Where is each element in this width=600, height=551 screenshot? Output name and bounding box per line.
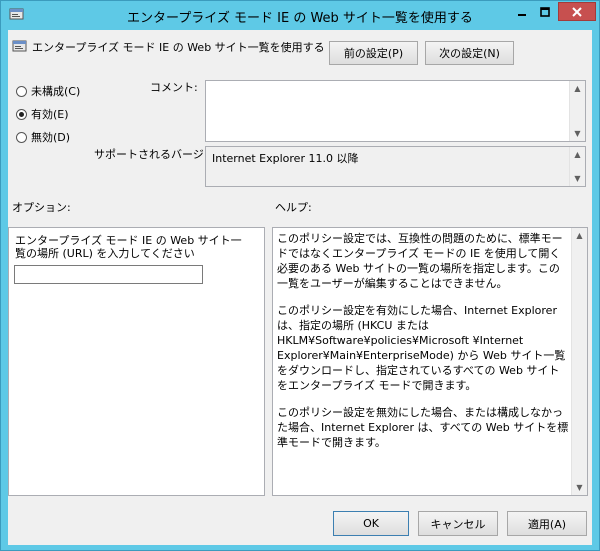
apply-button[interactable]: 適用(A) [507,511,587,536]
radio-not-configured[interactable]: 未構成(C) [16,83,80,99]
supported-versions-scrollbar[interactable]: ▲ ▼ [569,147,585,186]
comment-label: コメント: [150,81,198,94]
scroll-down-icon[interactable]: ▼ [570,126,585,141]
next-setting-button[interactable]: 次の設定(N) [425,41,514,65]
help-panel: このポリシー設定では、互換性の問題のために、標準モードではなくエンタープライズ … [272,227,588,496]
close-button[interactable] [558,2,596,21]
radio-not-configured-label: 未構成(C) [31,85,81,98]
help-paragraph: このポリシー設定では、互換性の問題のために、標準モードではなくエンタープライズ … [277,232,563,290]
help-text: このポリシー設定では、互換性の問題のために、標準モードではなくエンタープライズ … [277,231,569,462]
scroll-down-icon[interactable]: ▼ [572,480,587,495]
options-section-label: オプション: [12,201,71,214]
supported-versions-box: Internet Explorer 11.0 以降 ▲ ▼ [205,146,586,187]
options-panel: エンタープライズ モード IE の Web サイト一覧の場所 (URL) を入力… [8,227,265,496]
maximize-button[interactable] [533,2,556,21]
help-paragraph: このポリシー設定を無効にした場合、または構成しなかった場合、Internet E… [277,406,569,449]
title-bar[interactable]: エンタープライズ モード IE の Web サイト一覧を使用する [1,1,599,30]
policy-dialog-window: エンタープライズ モード IE の Web サイト一覧を使用する エンタープライ… [0,0,600,551]
minimize-icon [518,13,526,16]
url-field-label: エンタープライズ モード IE の Web サイト一覧の場所 (URL) を入力… [15,234,242,260]
window-title: エンタープライズ モード IE の Web サイト一覧を使用する [127,11,473,26]
dialog-client-area: エンタープライズ モード IE の Web サイト一覧を使用する 前の設定(P)… [8,30,592,545]
help-paragraph: このポリシー設定を有効にした場合、Internet Explorer は、指定の… [277,304,566,392]
policy-icon [12,40,27,52]
radio-disabled-label: 無効(D) [31,131,71,144]
maximize-icon [539,6,550,17]
cancel-button[interactable]: キャンセル [418,511,498,536]
radio-enabled-label: 有効(E) [31,108,69,121]
radio-disabled-indicator[interactable] [16,131,27,143]
help-scrollbar[interactable]: ▲ ▼ [571,228,587,495]
radio-enabled[interactable]: 有効(E) [16,106,69,122]
comment-value [206,81,585,85]
scroll-up-icon[interactable]: ▲ [572,228,587,243]
radio-not-configured-indicator[interactable] [16,85,27,97]
url-input[interactable] [14,265,203,284]
radio-disabled[interactable]: 無効(D) [16,129,70,145]
ok-button[interactable]: OK [333,511,409,536]
scroll-down-icon[interactable]: ▼ [570,171,585,186]
comment-textarea[interactable]: ▲ ▼ [205,80,586,142]
policy-name-label: エンタープライズ モード IE の Web サイト一覧を使用する [32,41,325,54]
supported-versions-value: Internet Explorer 11.0 以降 [212,152,359,165]
scroll-up-icon[interactable]: ▲ [570,147,585,162]
scroll-up-icon[interactable]: ▲ [570,81,585,96]
radio-enabled-indicator[interactable] [16,108,27,120]
comment-scrollbar[interactable]: ▲ ▼ [569,81,585,141]
previous-setting-button[interactable]: 前の設定(P) [329,41,418,65]
help-section-label: ヘルプ: [275,201,312,214]
close-icon [572,6,582,17]
minimize-button[interactable] [511,2,533,21]
